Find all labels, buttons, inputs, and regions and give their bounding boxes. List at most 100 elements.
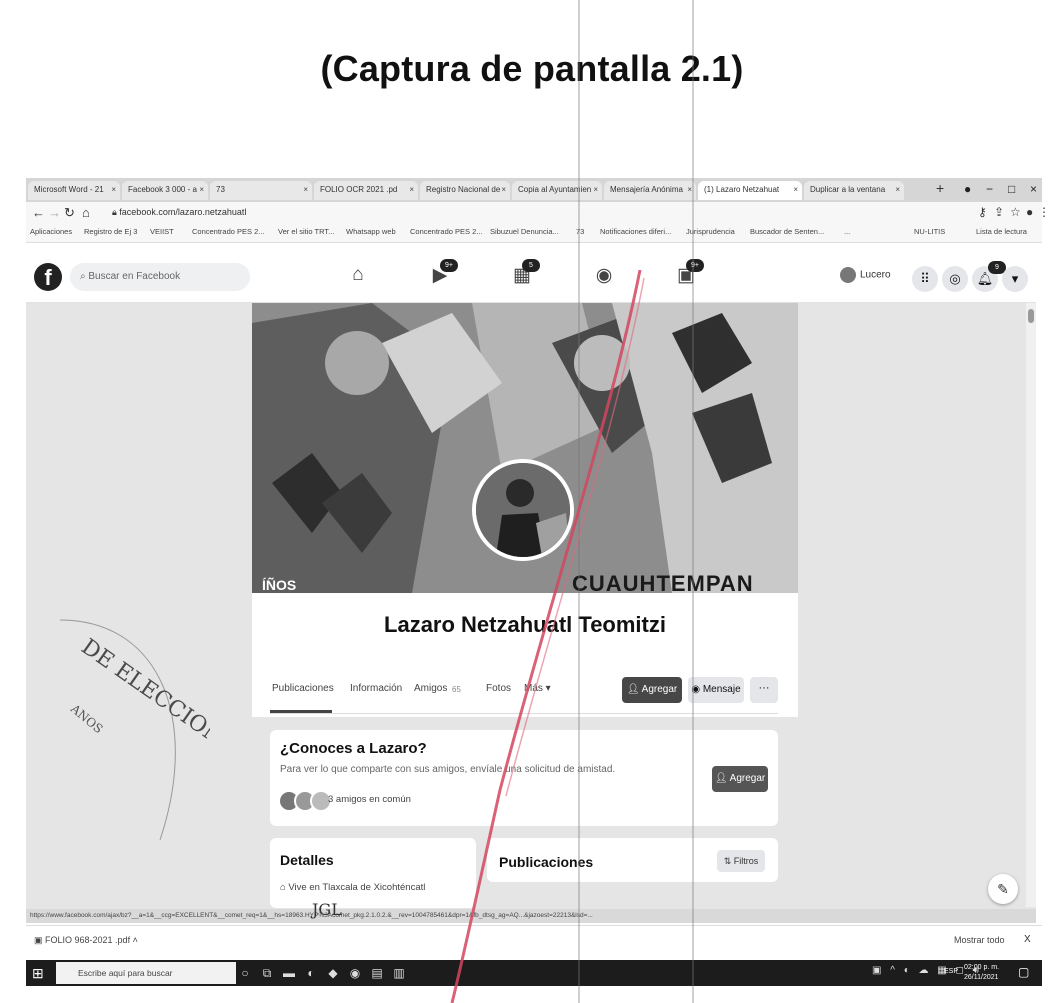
cortana-icon[interactable]: ○ [236,964,254,982]
windows-start-icon[interactable]: ⊞ [32,965,44,982]
browser-tab-active[interactable]: (1) Lazaro Netzahuat × [698,181,802,200]
notifications-icon[interactable]: 🔔︎ 9 [972,261,1006,292]
maximize-icon[interactable]: □ [1008,182,1015,196]
clock[interactable]: 02:00 p. m. 26/11/2021 [964,963,999,983]
browser-tab[interactable]: Facebook 3 000 - a × [122,181,208,200]
tab-publicaciones[interactable]: Publicaciones [272,683,334,694]
official-stamp: DE ELECCIONES ANOS [59,619,210,841]
profile-chip[interactable]: Lucero [840,267,891,283]
browser-tab[interactable]: Registro Nacional de × [420,181,510,200]
clock-date: 26/11/2021 [964,974,999,981]
search-placeholder: Escribe aquí para buscar [78,968,173,978]
more-options-button[interactable]: ··· [750,677,778,703]
bookmark-item[interactable]: Aplicaciones [30,227,72,236]
taskbar-search-input[interactable]: Escribe aquí para buscar [56,962,236,984]
tab-label: Registro Nacional de [426,185,501,194]
details-title: Detalles [280,852,334,868]
chevron-up-icon[interactable]: ˄ [130,935,138,945]
tab-label: Facebook 3 000 - a [128,185,197,194]
home-icon[interactable]: ⌂ [82,205,90,220]
close-window-icon[interactable]: × [1030,182,1037,196]
add-friend-label: Agregar [729,773,766,784]
cover-text-left: ÍÑOS [262,577,297,593]
chrome-icon[interactable]: ◉ [346,964,364,982]
url-input[interactable]: 🔒︎ facebook.com/lazaro.netzahuatl [106,205,966,221]
app-icon[interactable]: ◆ [324,964,342,982]
close-icon[interactable]: × [593,185,598,194]
bookmark-item[interactable]: Concentrado PES 2... [192,227,265,236]
bookmark-item[interactable]: Concentrado PES 2... [410,227,483,236]
bookmark-item[interactable]: Registro de Ej 3 [84,227,137,236]
tab-label: (1) Lazaro Netzahuat [704,185,780,194]
profile-icon[interactable]: ● [964,182,971,196]
bookmark-item[interactable]: ... [844,227,850,236]
close-icon[interactable]: × [199,185,204,194]
bookmark-item[interactable]: Whatsapp web [346,227,396,236]
back-icon[interactable]: ← [32,205,45,220]
know-title: ¿Conoces a Lazaro? [280,740,427,757]
facebook-logo[interactable]: f [34,263,62,291]
gaming-badge: 9+ [686,259,704,272]
close-icon[interactable]: × [501,185,506,194]
facebook-search-input[interactable]: ⌕ Buscar en Facebook [70,263,250,291]
close-icon[interactable]: × [793,185,798,194]
avatar [840,267,856,283]
notification-center-icon[interactable]: ▢ [1018,965,1029,979]
account-icon[interactable]: ● [1026,205,1033,219]
address-bar: ← → ↻ ⌂ 🔒︎ facebook.com/lazaro.netzahuat… [26,202,1050,224]
menu-icon[interactable]: ⋮ [1038,205,1050,219]
browser-tab[interactable]: 73 × [210,181,312,200]
browser-tab[interactable]: Mensajería Anónima × [604,181,696,200]
messenger-icon[interactable]: ◎ [942,266,968,292]
close-icon[interactable]: × [409,185,414,194]
bookmark-item[interactable]: Lista de lectura [976,227,1027,236]
bookmark-item[interactable]: VEIIST [150,227,174,236]
close-icon[interactable]: × [303,185,308,194]
reload-icon[interactable]: ↻ [64,205,75,221]
task-view-icon[interactable]: ⧉ [258,964,276,982]
file-explorer-icon[interactable]: ▬ [280,964,298,982]
minimize-icon[interactable]: − [986,182,993,196]
bookmark-item[interactable]: Notificaciones diferi... [600,227,671,236]
message-button[interactable]: ◉ Mensaje [688,677,744,703]
home-nav-icon[interactable]: ⌂ [344,264,372,290]
browser-tab[interactable]: Microsoft Word - 21 × [28,181,120,200]
filters-button[interactable]: ⇅ Filtros [717,850,765,872]
mutual-friends-text[interactable]: 3 amigos en común [328,794,411,805]
bookmarks-bar: Aplicaciones Registro de Ej 3 VEIIST Con… [26,224,1042,243]
bookmark-item[interactable]: Buscador de Senten... [750,227,824,236]
firefox-icon[interactable]: ◐ [302,964,320,982]
menu-grid-icon[interactable]: ⠿ [912,266,938,292]
compose-icon[interactable]: ✎ [988,874,1018,904]
search-placeholder: Buscar en Facebook [88,271,181,282]
forward-icon[interactable]: → [48,205,61,220]
close-icon[interactable]: X [1024,934,1031,945]
word-icon[interactable]: ▤ [368,964,386,982]
account-menu-icon[interactable]: ▾ [1002,266,1028,292]
bookmark-item[interactable]: Sibuzuel Denuncia... [490,227,559,236]
app-icon[interactable]: ▥ [390,964,408,982]
key-icon[interactable]: ⚷ [978,205,987,219]
clock-time: 02:00 p. m. [964,964,1000,971]
tab-informacion[interactable]: Información [350,683,402,694]
close-icon[interactable]: × [111,185,116,194]
scrollbar-thumb[interactable] [1028,309,1034,323]
details-location: ⌂ Vive en Tlaxcala de Xicohténcatl [280,882,425,893]
new-tab-button[interactable]: + [936,180,944,196]
browser-tab[interactable]: Duplicar a la ventana × [804,181,904,200]
gaming-nav-icon[interactable]: ▣ 9+ [672,259,704,290]
browser-tab[interactable]: Copia al Ayuntamien × [512,181,602,200]
tab-label: FOLIO OCR 2021 .pd [320,185,398,194]
star-icon[interactable]: ☆ [1010,205,1021,219]
page-scrollbar[interactable] [1026,303,1036,907]
browser-tab[interactable]: FOLIO OCR 2021 .pd × [314,181,418,200]
bookmark-item[interactable]: NU-LITIS [914,227,945,236]
tab-label: Duplicar a la ventana [810,185,886,194]
share-icon[interactable]: ⇪ [994,205,1004,219]
language-indicator[interactable]: ESP [944,968,958,975]
close-icon[interactable]: × [895,185,900,194]
download-item[interactable]: ▣ FOLIO 968-2021 .pdf ˄ [34,935,138,946]
show-all-button[interactable]: Mostrar todo [954,935,1005,945]
add-friend-button-card[interactable]: 👤︎ Agregar [712,766,768,792]
bookmark-item[interactable]: Ver el sitio TRT... [278,227,334,236]
